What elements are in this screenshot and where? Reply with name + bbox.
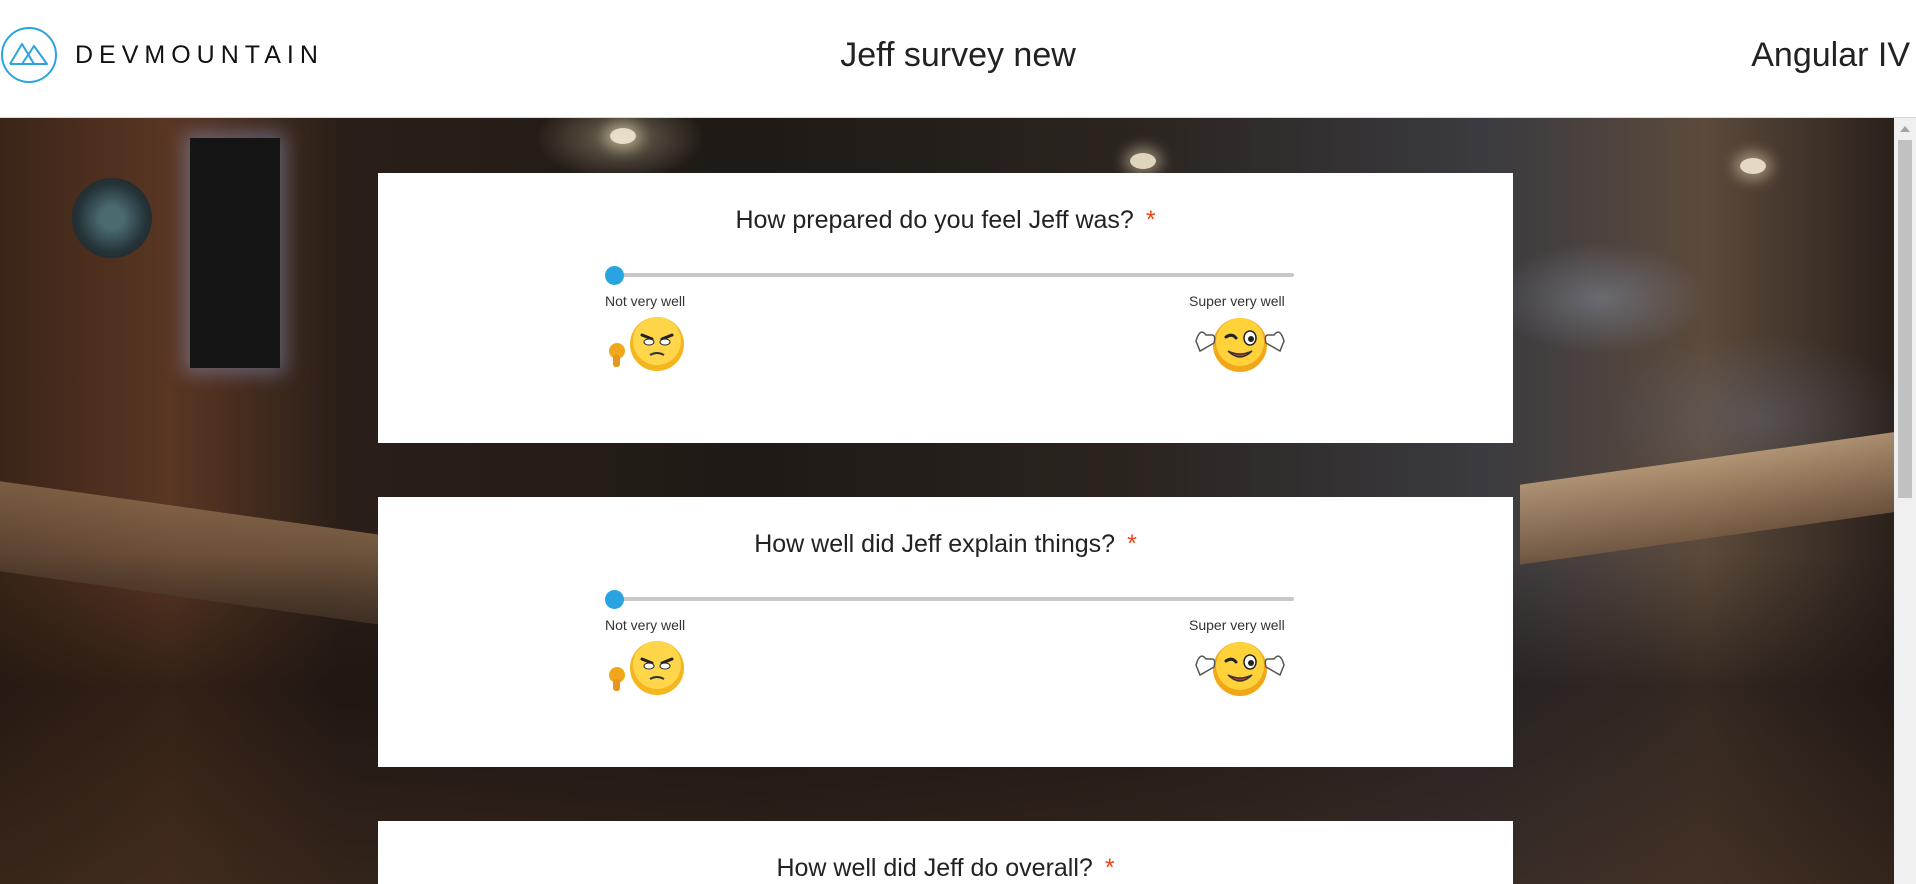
grumpy-thumbs-down-emoji-icon <box>604 311 690 380</box>
survey-title: Jeff survey new <box>840 36 1076 74</box>
header: DEVMOUNTAIN Jeff survey new Angular IV <box>0 0 1916 118</box>
slider-max-label: Super very well <box>1189 293 1285 309</box>
slider-min-label: Not very well <box>605 293 686 309</box>
rating-slider-handle[interactable] <box>605 266 624 285</box>
slider-min-label: Not very well <box>605 617 686 633</box>
question-card: How well did Jeff do overall? * <box>378 821 1513 884</box>
required-asterisk: * <box>1127 530 1137 558</box>
required-asterisk: * <box>1104 854 1115 882</box>
scroll-up-arrow-icon[interactable] <box>1900 126 1910 132</box>
rating-slider-handle[interactable] <box>605 590 624 609</box>
rating-slider-track[interactable] <box>614 273 1294 277</box>
rating-slider-track[interactable] <box>614 597 1294 601</box>
bg-wall-fan <box>72 178 152 258</box>
required-asterisk: * <box>1145 206 1156 234</box>
scrollbar-thumb[interactable] <box>1898 140 1912 498</box>
vertical-scrollbar[interactable] <box>1894 118 1916 884</box>
bg-lamp <box>1130 153 1156 169</box>
course-name: Angular IV <box>1751 36 1910 74</box>
bg-window <box>190 138 280 368</box>
grumpy-thumbs-down-emoji-icon <box>604 635 690 704</box>
bg-lamp <box>610 128 636 144</box>
slider-max-label: Super very well <box>1189 617 1285 633</box>
bg-lamp <box>1740 158 1766 174</box>
question-card: How well did Jeff explain things? * Not v… <box>378 497 1513 767</box>
question-text: How prepared do you feel Jeff was? * <box>735 206 1156 234</box>
question-card: How prepared do you feel Jeff was? * Not … <box>378 173 1513 443</box>
question-text: How well did Jeff explain things? * <box>754 530 1137 558</box>
bg-table <box>1520 431 1894 565</box>
winking-thumbs-up-emoji-icon <box>1190 635 1290 704</box>
winking-thumbs-up-emoji-icon <box>1190 311 1290 380</box>
question-text: How well did Jeff do overall? * <box>776 854 1115 882</box>
